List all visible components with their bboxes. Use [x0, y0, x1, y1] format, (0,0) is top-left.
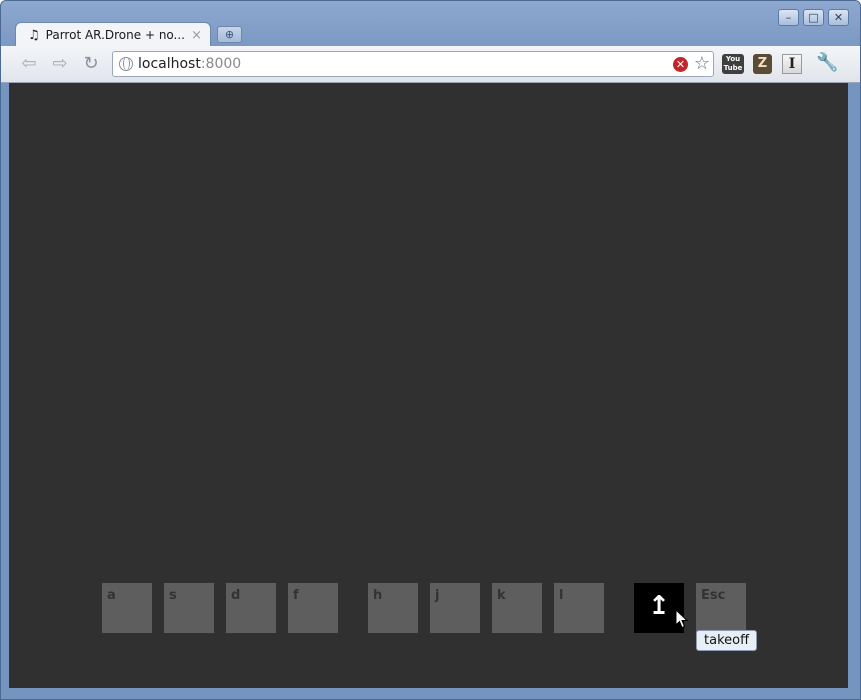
- youtube-label-you: You: [725, 55, 741, 63]
- key-d[interactable]: d: [226, 583, 276, 633]
- address-bar[interactable]: localhost:8000 ✕ ☆: [112, 51, 714, 77]
- reload-button[interactable]: ↻: [79, 53, 103, 75]
- browser-tab[interactable]: ♫ Parrot AR.Drone + no... ×: [15, 22, 211, 47]
- minimize-button[interactable]: –: [778, 9, 799, 26]
- takeoff-tooltip: takeoff: [696, 630, 758, 651]
- close-window-button[interactable]: ✕: [828, 9, 849, 26]
- z-extension-icon[interactable]: Z: [753, 54, 772, 74]
- maximize-button[interactable]: □: [803, 9, 824, 26]
- tab-title: Parrot AR.Drone + no...: [45, 28, 185, 42]
- url-text[interactable]: localhost:8000: [138, 56, 241, 72]
- key-l[interactable]: l: [554, 583, 604, 633]
- key-a[interactable]: a: [102, 583, 152, 633]
- tab-close-icon[interactable]: ×: [191, 28, 202, 43]
- youtube-extension-icon[interactable]: You Tube: [722, 54, 744, 74]
- title-bar: – □ ✕ ♫ Parrot AR.Drone + no... × ⊕: [1, 1, 860, 47]
- i-extension-icon[interactable]: I: [782, 54, 802, 74]
- browser-window: – □ ✕ ♫ Parrot AR.Drone + no... × ⊕ ⇦ ⇨ …: [0, 0, 861, 700]
- wrench-icon[interactable]: 🔧: [816, 52, 838, 73]
- key-j[interactable]: j: [430, 583, 480, 633]
- back-button[interactable]: ⇦: [17, 53, 41, 75]
- key-esc[interactable]: Esc: [696, 583, 746, 633]
- key-f[interactable]: f: [288, 583, 338, 633]
- url-host: localhost: [138, 56, 201, 72]
- key-k[interactable]: k: [492, 583, 542, 633]
- mouse-cursor-icon: [675, 609, 689, 629]
- new-tab-button[interactable]: ⊕: [217, 26, 242, 43]
- stop-loading-icon[interactable]: ✕: [673, 57, 688, 72]
- url-port: :8000: [200, 56, 242, 72]
- youtube-label-tube: Tube: [723, 64, 743, 72]
- bookmark-star-icon[interactable]: ☆: [694, 53, 710, 74]
- window-controls: – □ ✕: [778, 9, 849, 26]
- music-note-icon: ♫: [28, 27, 40, 43]
- page-content: a s d f h j k l ↥ Esc takeoff: [9, 83, 848, 688]
- globe-icon: [119, 57, 133, 71]
- key-s[interactable]: s: [164, 583, 214, 633]
- key-h[interactable]: h: [368, 583, 418, 633]
- forward-button[interactable]: ⇨: [48, 53, 72, 75]
- browser-toolbar: ⇦ ⇨ ↻ localhost:8000 ✕ ☆ You Tube Z I 🔧: [1, 46, 860, 83]
